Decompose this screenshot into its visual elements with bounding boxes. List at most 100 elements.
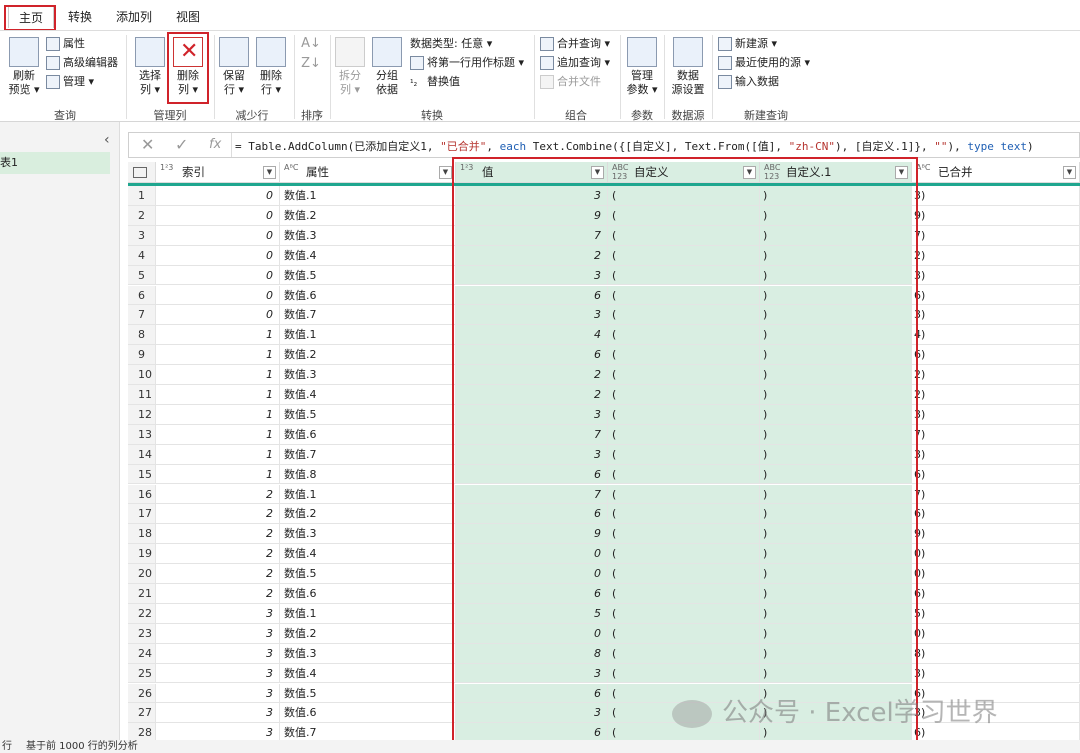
cell-index[interactable]: 2: [156, 584, 280, 604]
cell-merged[interactable]: 4): [912, 325, 1080, 346]
cell-attribute[interactable]: 数值.4: [280, 385, 456, 405]
cell-index[interactable]: 1: [156, 464, 280, 485]
use-first-row-as-headers-button[interactable]: 将第一行用作标题 ▾: [410, 54, 524, 72]
cell-merged[interactable]: 3): [912, 404, 1080, 425]
cell-attribute[interactable]: 数值.1: [280, 186, 456, 206]
row-number[interactable]: 23: [128, 623, 156, 644]
cell-index[interactable]: 2: [156, 524, 280, 545]
cell-merged[interactable]: 8): [912, 643, 1080, 664]
cell-merged[interactable]: 3): [912, 663, 1080, 684]
column-header-merged[interactable]: AᴮC 已合并 ▼: [912, 162, 1080, 183]
row-number[interactable]: 21: [128, 584, 156, 604]
replace-values-button[interactable]: ¹₂ 替换值: [410, 73, 460, 91]
cell-index[interactable]: 0: [156, 285, 280, 306]
cell-attribute[interactable]: 数值.1: [280, 484, 456, 505]
recent-sources-button[interactable]: 最近使用的源 ▾: [718, 54, 810, 72]
cell-index[interactable]: 2: [156, 544, 280, 565]
data-type-dropdown[interactable]: 数据类型: 任意 ▾: [410, 35, 492, 53]
cell-index[interactable]: 0: [156, 265, 280, 286]
row-number[interactable]: 11: [128, 385, 156, 405]
cell-attribute[interactable]: 数值.2: [280, 345, 456, 366]
cell-attribute[interactable]: 数值.1: [280, 603, 456, 624]
cell-merged[interactable]: 0): [912, 544, 1080, 565]
merge-files-button[interactable]: 合并文件: [540, 73, 601, 91]
cell-index[interactable]: 0: [156, 186, 280, 206]
cell-index[interactable]: 2: [156, 484, 280, 505]
cell-merged[interactable]: 7): [912, 484, 1080, 505]
cell-attribute[interactable]: 数值.5: [280, 683, 456, 704]
cell-index[interactable]: 0: [156, 305, 280, 326]
cell-index[interactable]: 1: [156, 365, 280, 385]
fx-icon[interactable]: fx: [209, 137, 221, 152]
cell-merged[interactable]: 7): [912, 225, 1080, 246]
row-number[interactable]: 7: [128, 305, 156, 326]
append-queries-button[interactable]: 追加查询 ▾: [540, 54, 610, 72]
cell-merged[interactable]: 3): [912, 444, 1080, 465]
row-number[interactable]: 17: [128, 504, 156, 525]
cell-index[interactable]: 3: [156, 683, 280, 704]
table-menu-cell[interactable]: [128, 162, 156, 183]
row-number[interactable]: 16: [128, 484, 156, 505]
cell-index[interactable]: 1: [156, 345, 280, 366]
cell-attribute[interactable]: 数值.6: [280, 285, 456, 306]
status-profile-basis[interactable]: 基于前 1000 行的列分析: [26, 740, 138, 753]
cell-attribute[interactable]: 数值.2: [280, 205, 456, 226]
cell-attribute[interactable]: 数值.5: [280, 265, 456, 286]
refresh-preview-button[interactable]: 刷新 预览 ▾: [6, 37, 42, 97]
cell-index[interactable]: 2: [156, 564, 280, 584]
cell-attribute[interactable]: 数值.6: [280, 584, 456, 604]
row-number[interactable]: 18: [128, 524, 156, 545]
cell-attribute[interactable]: 数值.5: [280, 564, 456, 584]
cell-attribute[interactable]: 数值.5: [280, 404, 456, 425]
cell-index[interactable]: 3: [156, 603, 280, 624]
sort-descending-button[interactable]: Z↓: [300, 57, 322, 71]
cell-index[interactable]: 1: [156, 424, 280, 445]
query-item[interactable]: 表1: [0, 152, 110, 174]
cell-index[interactable]: 1: [156, 444, 280, 465]
cell-merged[interactable]: 6): [912, 285, 1080, 306]
cell-merged[interactable]: 3): [912, 186, 1080, 206]
row-number[interactable]: 26: [128, 683, 156, 704]
cell-attribute[interactable]: 数值.7: [280, 305, 456, 326]
cell-merged[interactable]: 7): [912, 424, 1080, 445]
row-number[interactable]: 27: [128, 703, 156, 724]
cell-index[interactable]: 2: [156, 504, 280, 525]
cell-merged[interactable]: 2): [912, 245, 1080, 266]
cell-merged[interactable]: 0): [912, 564, 1080, 584]
cell-attribute[interactable]: 数值.4: [280, 663, 456, 684]
row-number[interactable]: 10: [128, 365, 156, 385]
cell-index[interactable]: 1: [156, 404, 280, 425]
enter-data-button[interactable]: 输入数据: [718, 73, 779, 91]
cell-attribute[interactable]: 数值.4: [280, 245, 456, 266]
cell-merged[interactable]: 9): [912, 205, 1080, 226]
cell-attribute[interactable]: 数值.4: [280, 544, 456, 565]
cell-attribute[interactable]: 数值.7: [280, 723, 456, 740]
column-type-icon[interactable]: 1²3: [160, 163, 173, 172]
new-source-button[interactable]: 新建源 ▾: [718, 35, 777, 53]
cell-index[interactable]: 3: [156, 663, 280, 684]
choose-columns-button[interactable]: 选择 列 ▾: [134, 37, 166, 97]
cell-attribute[interactable]: 数值.2: [280, 504, 456, 525]
tab-view[interactable]: 视图: [166, 6, 210, 28]
properties-button[interactable]: 属性: [46, 35, 85, 53]
tab-transform[interactable]: 转换: [60, 6, 100, 28]
row-number[interactable]: 28: [128, 723, 156, 740]
cell-index[interactable]: 3: [156, 623, 280, 644]
cell-attribute[interactable]: 数值.3: [280, 365, 456, 385]
cell-merged[interactable]: 6): [912, 504, 1080, 525]
cell-attribute[interactable]: 数值.6: [280, 424, 456, 445]
cancel-icon[interactable]: ✕: [141, 135, 154, 154]
row-number[interactable]: 25: [128, 663, 156, 684]
row-number[interactable]: 15: [128, 464, 156, 485]
tab-add-column[interactable]: 添加列: [108, 6, 160, 28]
split-column-button[interactable]: 拆分 列 ▾: [334, 37, 366, 97]
row-number[interactable]: 8: [128, 325, 156, 346]
cell-index[interactable]: 3: [156, 703, 280, 724]
row-number[interactable]: 5: [128, 265, 156, 286]
row-number[interactable]: 13: [128, 424, 156, 445]
row-number[interactable]: 4: [128, 245, 156, 266]
row-number[interactable]: 20: [128, 564, 156, 584]
cell-merged[interactable]: 3): [912, 305, 1080, 326]
cell-attribute[interactable]: 数值.3: [280, 643, 456, 664]
manage-button[interactable]: 管理 ▾: [46, 73, 94, 91]
